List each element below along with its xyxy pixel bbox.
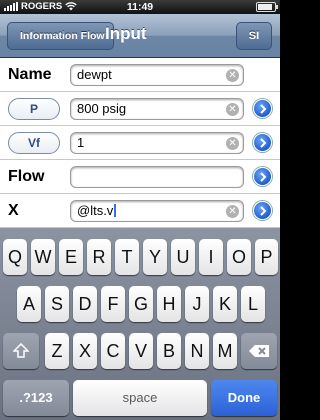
clear-icon[interactable]: ✕ bbox=[226, 103, 239, 116]
battery-icon bbox=[256, 2, 278, 12]
p-field[interactable]: 800 psig ✕ bbox=[70, 98, 244, 120]
vf-field[interactable]: 1 ✕ bbox=[70, 132, 244, 154]
key-g[interactable]: G bbox=[129, 286, 153, 322]
key-d[interactable]: D bbox=[73, 286, 97, 322]
key-s[interactable]: S bbox=[45, 286, 69, 322]
key-k[interactable]: K bbox=[213, 286, 237, 322]
back-button[interactable]: Information Flow bbox=[7, 22, 114, 50]
name-label: Name bbox=[8, 66, 52, 83]
key-v[interactable]: V bbox=[129, 333, 153, 369]
x-row: X @lts.v ✕ bbox=[0, 194, 280, 228]
backspace-key[interactable] bbox=[241, 333, 277, 369]
status-bar: ROGERS 11:49 bbox=[0, 0, 280, 14]
key-t[interactable]: T bbox=[115, 239, 139, 275]
clear-icon[interactable]: ✕ bbox=[226, 137, 239, 150]
x-label: X bbox=[8, 202, 19, 219]
keyboard: Q W E R T Y U I O P A S D F G H J K L Z … bbox=[0, 228, 280, 420]
x-value: @lts.v bbox=[77, 203, 114, 218]
key-w[interactable]: W bbox=[31, 239, 55, 275]
key-q[interactable]: Q bbox=[3, 239, 27, 275]
key-j[interactable]: J bbox=[185, 286, 209, 322]
key-h[interactable]: H bbox=[157, 286, 181, 322]
p-row: P 800 psig ✕ bbox=[0, 92, 280, 126]
x-field[interactable]: @lts.v ✕ bbox=[70, 200, 244, 222]
key-z[interactable]: Z bbox=[45, 333, 69, 369]
key-x[interactable]: X bbox=[73, 333, 97, 369]
text-cursor bbox=[114, 204, 116, 217]
space-key[interactable]: space bbox=[73, 380, 207, 416]
si-units-button[interactable]: SI bbox=[236, 22, 272, 50]
detail-disclosure-icon[interactable] bbox=[253, 167, 272, 186]
numbers-key[interactable]: .?123 bbox=[3, 380, 69, 416]
clock: 11:49 bbox=[126, 1, 154, 13]
key-c[interactable]: C bbox=[101, 333, 125, 369]
key-o[interactable]: O bbox=[227, 239, 251, 275]
key-p[interactable]: P bbox=[255, 239, 278, 275]
detail-disclosure-icon[interactable] bbox=[253, 201, 272, 220]
detail-disclosure-icon[interactable] bbox=[253, 133, 272, 152]
key-l[interactable]: L bbox=[241, 286, 265, 322]
key-y[interactable]: Y bbox=[143, 239, 167, 275]
key-e[interactable]: E bbox=[59, 239, 83, 275]
backspace-icon bbox=[249, 345, 269, 357]
key-m[interactable]: M bbox=[213, 333, 237, 369]
input-form: Name dewpt ✕ P 800 psig ✕ Vf 1 ✕ Flow X … bbox=[0, 58, 280, 228]
shift-key[interactable] bbox=[3, 333, 39, 369]
flow-label: Flow bbox=[8, 168, 45, 185]
p-unit-button[interactable]: P bbox=[8, 98, 60, 120]
key-n[interactable]: N bbox=[185, 333, 209, 369]
navigation-bar: Information Flow Input SI bbox=[0, 14, 280, 58]
detail-disclosure-icon[interactable] bbox=[253, 99, 272, 118]
page-title: Input bbox=[105, 24, 147, 43]
flow-field[interactable] bbox=[70, 166, 244, 188]
vf-unit-button[interactable]: Vf bbox=[8, 132, 60, 154]
vf-row: Vf 1 ✕ bbox=[0, 126, 280, 160]
name-row: Name dewpt ✕ bbox=[0, 58, 280, 92]
key-u[interactable]: U bbox=[171, 239, 195, 275]
key-f[interactable]: F bbox=[101, 286, 125, 322]
name-field[interactable]: dewpt ✕ bbox=[70, 64, 244, 86]
p-value: 800 psig bbox=[77, 101, 127, 116]
flow-row: Flow bbox=[0, 160, 280, 194]
name-value: dewpt bbox=[77, 67, 112, 82]
key-b[interactable]: B bbox=[157, 333, 181, 369]
shift-arrow-icon bbox=[12, 342, 30, 358]
clear-icon[interactable]: ✕ bbox=[226, 205, 239, 218]
done-key[interactable]: Done bbox=[211, 380, 277, 416]
key-r[interactable]: R bbox=[87, 239, 111, 275]
vf-value: 1 bbox=[77, 135, 85, 150]
key-a[interactable]: A bbox=[17, 286, 41, 322]
key-i[interactable]: I bbox=[199, 239, 223, 275]
clear-icon[interactable]: ✕ bbox=[226, 69, 239, 82]
